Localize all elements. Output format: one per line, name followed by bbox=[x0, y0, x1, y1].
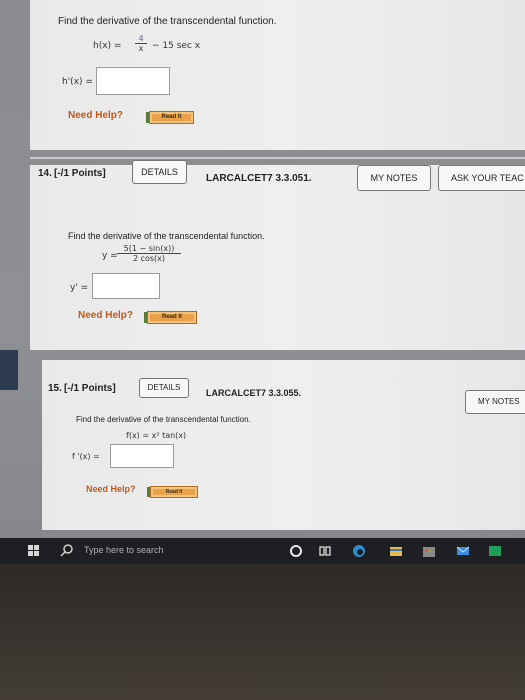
question-divider bbox=[30, 157, 525, 159]
q15-details-button[interactable]: DETAILS bbox=[139, 378, 189, 398]
task-view-icon[interactable] bbox=[318, 544, 332, 558]
question-13-panel: Find the derivative of the transcendenta… bbox=[30, 0, 525, 150]
question-14-panel: 14. [-/1 Points] DETAILS LARCALCET7 3.3.… bbox=[30, 160, 525, 350]
q15-prompt: Find the derivative of the transcendenta… bbox=[76, 415, 251, 424]
q14-need-help: Need Help? bbox=[78, 310, 134, 321]
desk-background bbox=[0, 564, 525, 700]
q13-frac-num: 4 bbox=[138, 34, 144, 43]
q13-frac-den: x bbox=[138, 44, 144, 53]
q14-prompt: Find the derivative of the transcendenta… bbox=[68, 231, 265, 241]
file-explorer-icon[interactable] bbox=[389, 544, 403, 558]
cortana-circle-icon[interactable] bbox=[289, 544, 303, 558]
windows-taskbar: Type here to search bbox=[0, 538, 525, 564]
q14-read-it-button[interactable]: Read It bbox=[144, 311, 197, 324]
q14-ask-teacher-button[interactable]: ASK YOUR TEAC bbox=[438, 165, 525, 191]
search-icon[interactable] bbox=[60, 543, 74, 557]
q15-my-notes-button[interactable]: MY NOTES bbox=[465, 390, 525, 414]
browser-viewport: Find the derivative of the transcendenta… bbox=[0, 0, 525, 538]
q13-answer-label: h'(x) = bbox=[62, 77, 93, 87]
q14-frac-den: 2 cos(x) bbox=[132, 254, 166, 263]
q14-my-notes-button[interactable]: MY NOTES bbox=[357, 165, 431, 191]
q13-function-lhs: h(x) = bbox=[93, 41, 122, 51]
side-window-edge bbox=[0, 350, 18, 390]
taskbar-search-input[interactable]: Type here to search bbox=[84, 545, 164, 555]
q14-function-lhs: y = bbox=[102, 251, 118, 261]
q15-function: f(x) = x² tan(x) bbox=[126, 431, 187, 440]
q14-number: 14. bbox=[38, 168, 52, 179]
q13-function-rest: − 15 sec x bbox=[152, 41, 201, 51]
q15-problem-code: LARCALCET7 3.3.055. bbox=[206, 388, 302, 398]
q14-points: [-/1 Points] bbox=[54, 168, 106, 179]
edge-icon[interactable] bbox=[352, 544, 366, 558]
q13-need-help: Need Help? bbox=[68, 110, 124, 121]
q15-number: 15. bbox=[48, 383, 62, 394]
q13-fraction: 4 x bbox=[135, 34, 147, 53]
store-icon[interactable] bbox=[422, 544, 436, 558]
q14-answer-label: y' = bbox=[70, 283, 89, 293]
windows-start-icon[interactable] bbox=[28, 545, 39, 556]
q15-read-it-button[interactable]: Read It bbox=[147, 486, 198, 498]
q15-need-help: Need Help? bbox=[86, 484, 136, 494]
q14-fraction: 5(1 − sin(x)) 2 cos(x) bbox=[117, 244, 181, 263]
photos-icon[interactable] bbox=[488, 544, 502, 558]
q13-read-it-button[interactable]: Read It bbox=[146, 111, 194, 124]
q15-answer-label: f '(x) = bbox=[72, 452, 100, 461]
q14-answer-input[interactable] bbox=[92, 273, 160, 299]
q13-answer-input[interactable] bbox=[96, 67, 170, 95]
mail-icon[interactable] bbox=[456, 544, 470, 558]
q14-problem-code: LARCALCET7 3.3.051. bbox=[206, 173, 312, 184]
q15-points: [-/1 Points] bbox=[64, 383, 116, 394]
q14-details-button[interactable]: DETAILS bbox=[132, 160, 187, 184]
question-15-panel: 15. [-/1 Points] DETAILS LARCALCET7 3.3.… bbox=[42, 360, 525, 530]
q14-frac-num: 5(1 − sin(x)) bbox=[123, 244, 175, 253]
q13-prompt: Find the derivative of the transcendenta… bbox=[58, 16, 277, 27]
q15-answer-input[interactable] bbox=[110, 444, 174, 468]
